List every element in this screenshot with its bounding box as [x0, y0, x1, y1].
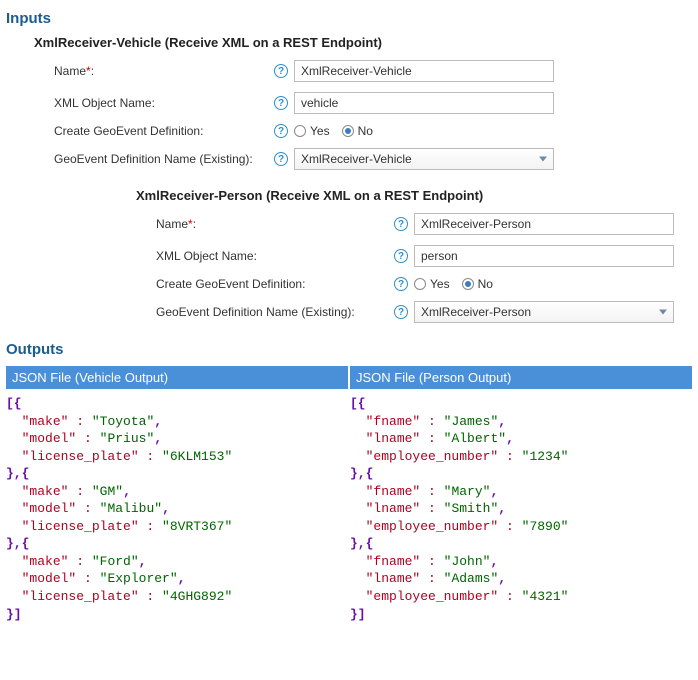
radio-no-label: No — [478, 277, 493, 291]
name-input[interactable] — [294, 60, 554, 82]
defname-select[interactable]: XmlReceiver-Person — [414, 301, 674, 323]
xml-object-label: XML Object Name: — [156, 249, 394, 263]
defname-label: GeoEvent Definition Name (Existing): — [54, 152, 274, 166]
radio-yes-label: Yes — [310, 124, 330, 138]
output-person: JSON File (Person Output) [{ "fname" : "… — [350, 366, 692, 623]
name-label: Name*: — [54, 64, 274, 78]
radio-yes[interactable]: Yes — [294, 124, 330, 138]
radio-yes[interactable]: Yes — [414, 277, 450, 291]
help-icon[interactable]: ? — [274, 152, 288, 166]
defname-label: GeoEvent Definition Name (Existing): — [156, 305, 394, 319]
output-vehicle-json: [{ "make" : "Toyota", "model" : "Prius",… — [6, 395, 348, 623]
defname-select-value: XmlReceiver-Vehicle — [301, 152, 412, 166]
xml-object-input[interactable] — [414, 245, 674, 267]
xml-object-label: XML Object Name: — [54, 96, 274, 110]
output-person-json: [{ "fname" : "James", "lname" : "Albert"… — [350, 395, 692, 623]
name-label: Name*: — [156, 217, 394, 231]
xml-object-input[interactable] — [294, 92, 554, 114]
output-vehicle: JSON File (Vehicle Output) [{ "make" : "… — [6, 366, 348, 623]
form-vehicle: XmlReceiver-Vehicle (Receive XML on a RE… — [34, 35, 692, 170]
help-icon[interactable]: ? — [394, 277, 408, 291]
help-icon[interactable]: ? — [394, 217, 408, 231]
outputs-heading: Outputs — [6, 341, 692, 358]
output-vehicle-header: JSON File (Vehicle Output) — [6, 366, 348, 389]
defname-select[interactable]: XmlReceiver-Vehicle — [294, 148, 554, 170]
radio-no-label: No — [358, 124, 373, 138]
help-icon[interactable]: ? — [394, 305, 408, 319]
chevron-down-icon — [539, 157, 547, 162]
radio-yes-label: Yes — [430, 277, 450, 291]
help-icon[interactable]: ? — [394, 249, 408, 263]
radio-no[interactable]: No — [342, 124, 373, 138]
output-person-header: JSON File (Person Output) — [350, 366, 692, 389]
create-def-label: Create GeoEvent Definition: — [54, 124, 274, 138]
form-vehicle-title: XmlReceiver-Vehicle (Receive XML on a RE… — [34, 35, 692, 50]
defname-select-value: XmlReceiver-Person — [421, 305, 531, 319]
create-def-label: Create GeoEvent Definition: — [156, 277, 394, 291]
help-icon[interactable]: ? — [274, 124, 288, 138]
radio-no[interactable]: No — [462, 277, 493, 291]
help-icon[interactable]: ? — [274, 96, 288, 110]
help-icon[interactable]: ? — [274, 64, 288, 78]
name-input[interactable] — [414, 213, 674, 235]
form-person-title: XmlReceiver-Person (Receive XML on a RES… — [136, 188, 692, 203]
inputs-heading: Inputs — [6, 10, 692, 27]
chevron-down-icon — [659, 310, 667, 315]
form-person: XmlReceiver-Person (Receive XML on a RES… — [136, 188, 692, 323]
